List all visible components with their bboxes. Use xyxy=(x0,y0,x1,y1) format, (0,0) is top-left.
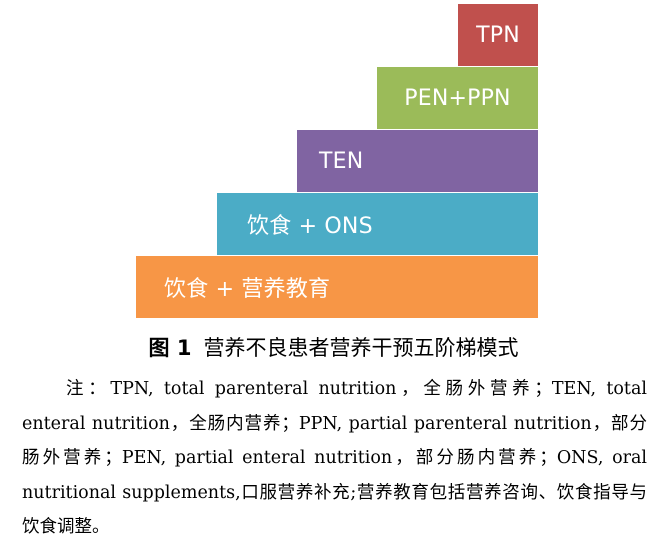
step-ten-label: TEN xyxy=(319,148,364,174)
step-pen-ppn: PEN+PPN xyxy=(377,67,538,129)
five-step-ladder-diagram: TPN PEN+PPN TEN 饮食 + ONS 饮食 + 营养教育 xyxy=(0,0,667,320)
figure-number: 图 1 xyxy=(148,336,192,360)
step-diet-nutrition-education-label: 饮食 + 营养教育 xyxy=(164,277,331,302)
figure-note: 注：TPN, total parenteral nutrition，全肠外营养；… xyxy=(22,379,647,537)
step-ten: TEN xyxy=(297,130,538,192)
figure-caption-text: 营养不良患者营养干预五阶梯模式 xyxy=(203,336,519,360)
step-pen-ppn-label: PEN+PPN xyxy=(404,85,511,111)
step-diet-nutrition-education: 饮食 + 营养教育 xyxy=(136,256,538,318)
step-tpn-label: TPN xyxy=(476,22,520,48)
step-diet-ons-label: 饮食 + ONS xyxy=(247,214,373,239)
step-tpn: TPN xyxy=(458,4,538,66)
step-diet-ons: 饮食 + ONS xyxy=(217,193,538,255)
figure-caption: 图 1 营养不良患者营养干预五阶梯模式 xyxy=(0,332,667,362)
